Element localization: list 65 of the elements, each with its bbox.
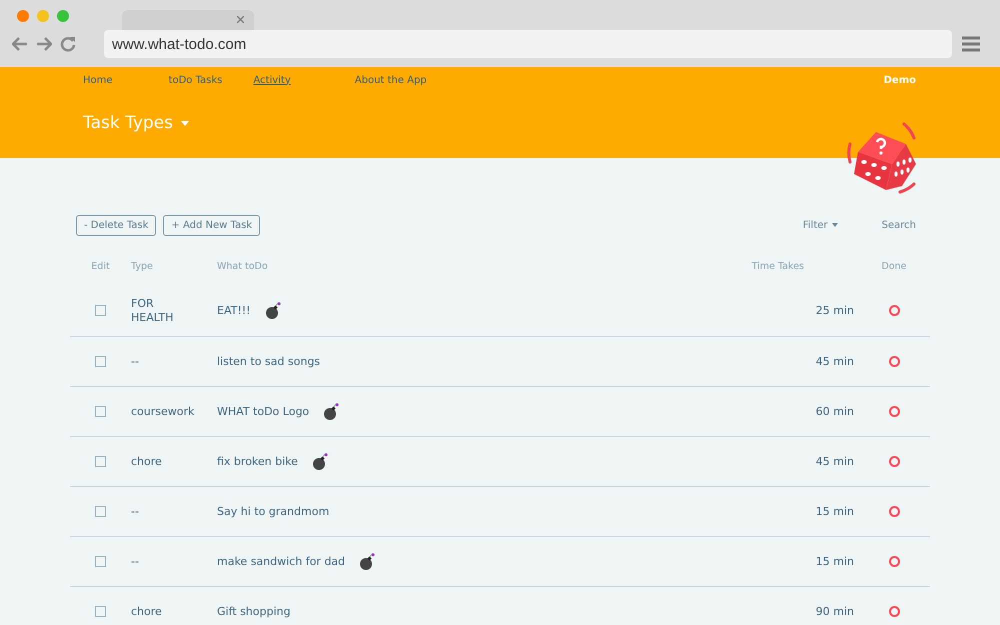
- search-link[interactable]: Search: [882, 220, 916, 230]
- delete-task-button[interactable]: - Delete Task: [76, 214, 156, 236]
- task-text: fix broken bike: [217, 454, 298, 468]
- table-cell: chore: [131, 454, 162, 468]
- filter-dropdown[interactable]: Filter: [802, 220, 838, 230]
- address-field[interactable]: www.what-todo.com: [104, 30, 952, 58]
- caret-icon: [181, 120, 189, 126]
- table-cell: 60 min: [816, 404, 854, 418]
- table-cell: --: [131, 354, 139, 368]
- checkbox[interactable]: [95, 356, 106, 367]
- back-arrow-icon[interactable]: [12, 37, 28, 51]
- task-text: WHAT toDo Logo: [217, 404, 310, 418]
- task-text: make sandwich for dad: [217, 554, 346, 568]
- menu-icon[interactable]: [962, 36, 980, 52]
- column-header: Done: [880, 260, 908, 274]
- checkbox[interactable]: [95, 606, 106, 617]
- checkbox[interactable]: [95, 456, 106, 467]
- title-dropdown[interactable]: Task Types: [83, 113, 189, 133]
- done-toggle[interactable]: [888, 406, 900, 417]
- checkbox[interactable]: [95, 506, 106, 517]
- table-cell: 45 min: [816, 454, 854, 468]
- maximize-window-dot[interactable]: [57, 10, 69, 22]
- nav-link[interactable]: Home: [83, 74, 113, 86]
- user-name[interactable]: Demo: [884, 74, 916, 86]
- reload-icon[interactable]: [60, 36, 76, 52]
- caret-icon: [832, 223, 838, 227]
- table-cell: coursework: [131, 404, 194, 418]
- done-toggle[interactable]: [888, 456, 900, 467]
- bomb-icon: [264, 302, 281, 320]
- nav-link[interactable]: toDo Tasks: [168, 74, 222, 86]
- nav-link[interactable]: Activity: [253, 74, 291, 86]
- column-header: Time Takes: [750, 260, 805, 274]
- close-icon[interactable]: [237, 16, 244, 23]
- task-text: EAT!!!: [217, 304, 251, 318]
- table-cell: --: [131, 554, 139, 568]
- table-cell: 15 min: [816, 554, 854, 568]
- bomb-icon: [323, 402, 340, 420]
- task-text: listen to sad songs: [217, 354, 320, 368]
- done-toggle[interactable]: [888, 305, 900, 316]
- table-cell: 45 min: [816, 354, 854, 368]
- nav-link[interactable]: About the App: [354, 74, 427, 86]
- table-cell: 25 min: [816, 304, 854, 318]
- table-cell: 15 min: [816, 504, 854, 518]
- done-toggle[interactable]: [888, 556, 900, 567]
- table-cell-text: FOR HEALTH: [131, 297, 174, 324]
- table-cell: 90 min: [816, 604, 854, 618]
- task-text: Say hi to grandmom: [217, 504, 330, 518]
- task-text: Gift shopping: [217, 604, 290, 618]
- add-task-button[interactable]: + Add New Task: [163, 214, 260, 236]
- column-header: Edit: [90, 260, 111, 274]
- column-header: What toDo: [217, 260, 269, 274]
- done-toggle[interactable]: [888, 506, 900, 517]
- close-window-dot[interactable]: [17, 10, 29, 22]
- checkbox[interactable]: [95, 406, 106, 417]
- table-cell: --: [131, 504, 139, 518]
- bomb-icon: [359, 552, 376, 570]
- checkbox[interactable]: [95, 305, 106, 316]
- minimize-window-dot[interactable]: [37, 10, 49, 22]
- column-header: Type: [131, 260, 154, 274]
- forward-arrow-icon[interactable]: [36, 37, 52, 51]
- bomb-icon: [312, 452, 328, 470]
- checkbox[interactable]: [95, 556, 106, 567]
- done-toggle[interactable]: [888, 606, 900, 617]
- done-toggle[interactable]: [888, 356, 900, 367]
- table-cell: chore: [131, 604, 162, 618]
